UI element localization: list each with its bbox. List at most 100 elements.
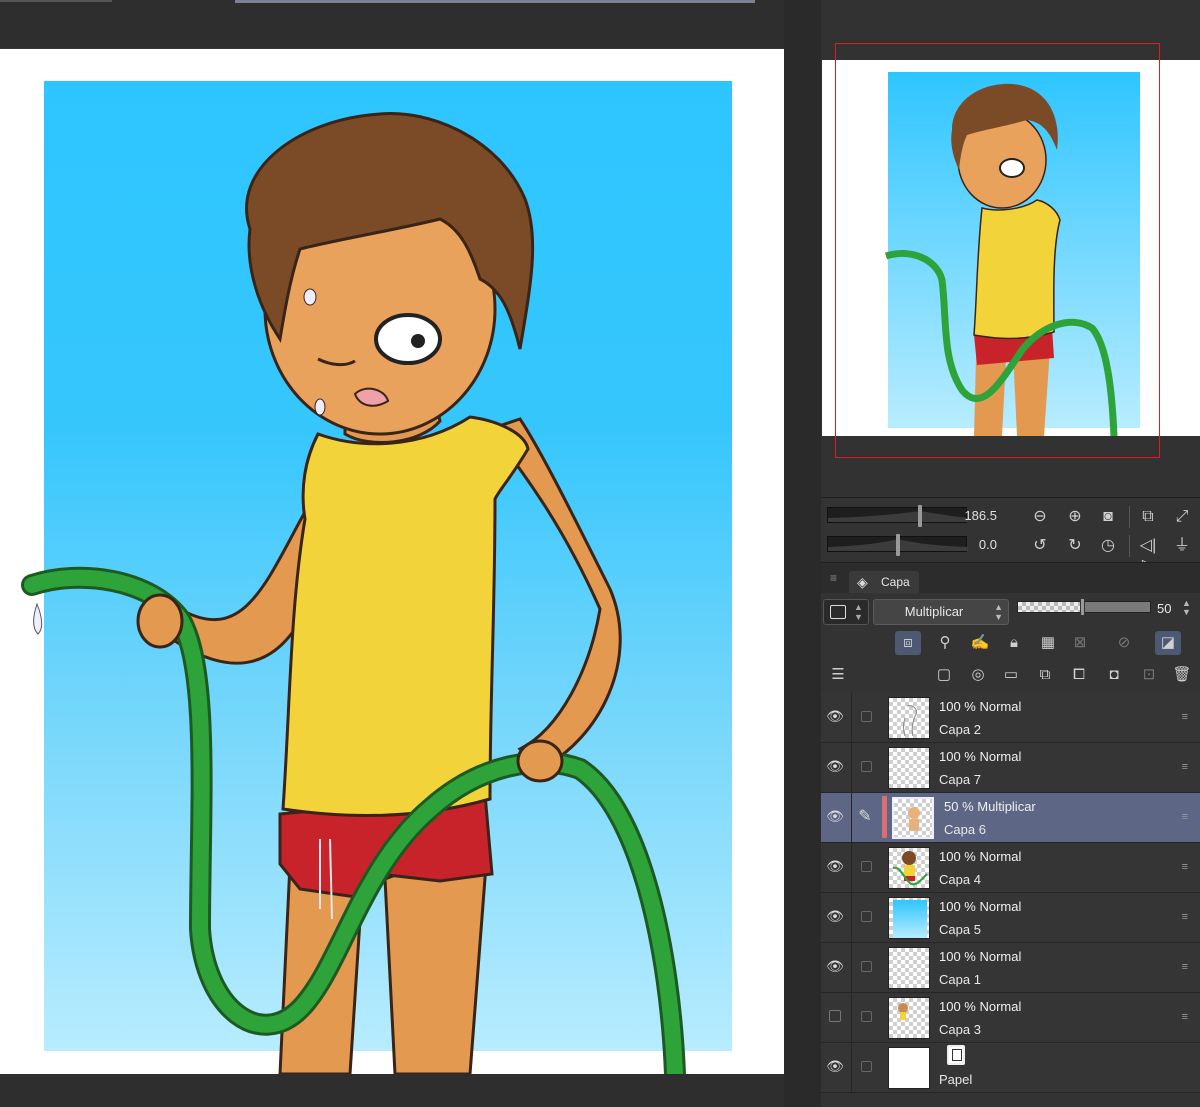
- apply-mask-icon[interactable]: ⊡: [1136, 663, 1162, 687]
- merge-down-icon[interactable]: ⧉: [1032, 663, 1058, 687]
- artwork-canvas[interactable]: [0, 49, 784, 1074]
- drag-handle-icon[interactable]: ≡: [1182, 762, 1188, 773]
- flip-horizontal-icon[interactable]: ◁|▷: [1138, 536, 1158, 574]
- layer-name: Capa 3: [939, 1022, 981, 1037]
- layer-mode: 100 % Normal: [939, 849, 1022, 864]
- layers-icon: ◈: [857, 574, 868, 590]
- layer-row-capa-3[interactable]: 100 % Normal Capa 3 ≡: [821, 993, 1200, 1043]
- lock-transparency-icon[interactable]: ▦: [1035, 631, 1061, 655]
- layer-mode: 100 % Normal: [939, 749, 1022, 764]
- layer-lock-checkbox[interactable]: [861, 961, 872, 972]
- canvas-area[interactable]: [0, 0, 784, 1107]
- layer-panel: ≡ ◈ Capa ▲▼ Multiplicar ▲▼ 50 ▲▼ ⧈ ⚲: [821, 562, 1200, 1107]
- layer-name: Papel: [939, 1072, 973, 1087]
- eye-icon[interactable]: 👁︎: [826, 909, 844, 923]
- zoom-slider-knob[interactable]: [918, 505, 922, 527]
- canvas-bottom-bar: [0, 1074, 784, 1107]
- reset-rotation-icon[interactable]: ◷: [1098, 536, 1118, 556]
- layer-row-capa-5[interactable]: 👁︎ 100 % Normal Capa 5 ≡: [821, 893, 1200, 943]
- drag-handle-icon[interactable]: ≡: [1182, 712, 1188, 723]
- rotation-value: 0.0: [978, 537, 997, 552]
- pen-edit-icon: ✎: [858, 808, 872, 825]
- opacity-slider[interactable]: [1017, 598, 1151, 616]
- layer-lock-checkbox[interactable]: [861, 911, 872, 922]
- chevron-updown-icon: ▲ ▼: [854, 602, 863, 622]
- new-vector-layer-icon[interactable]: ◎: [965, 663, 991, 687]
- layer-row-capa-7[interactable]: 👁︎ 100 % Normal Capa 7 ≡: [821, 743, 1200, 793]
- tab-capa-label: Capa: [881, 575, 910, 589]
- layer-properties-icon[interactable]: ☰: [825, 663, 851, 687]
- layer-lock-checkbox[interactable]: [861, 761, 872, 772]
- mask-off-icon[interactable]: ⊠: [1067, 631, 1093, 655]
- visibility-checkbox[interactable]: [829, 1010, 841, 1022]
- layer-name: Capa 4: [939, 872, 981, 887]
- expand-icon[interactable]: ⤢: [1172, 507, 1192, 527]
- layer-action-toolbar: ☰ ▢ ◎ ▭ ⧉ ⧠ ◘ ⊡ 🗑︎: [821, 659, 1200, 691]
- zoom-out-icon[interactable]: ⊖: [1030, 507, 1050, 527]
- layer-color-dropdown[interactable]: ▲ ▼: [823, 599, 869, 625]
- layer-lock-checkbox[interactable]: [861, 861, 872, 872]
- clip-to-layer-below-icon[interactable]: ⧈: [895, 631, 921, 655]
- new-raster-layer-icon[interactable]: ▢: [931, 663, 957, 687]
- create-mask-icon[interactable]: ◘: [1101, 663, 1127, 687]
- draft-layer-icon[interactable]: ✍: [967, 631, 993, 655]
- nav-separator: [1129, 506, 1130, 528]
- eye-icon[interactable]: 👁︎: [826, 759, 844, 773]
- layer-lock-checkbox[interactable]: [861, 1011, 872, 1022]
- navigator-controls: 186.5 ⊖ ⊕ ◙ ⧉ ⤢ 0.0 ↺ ↻ ◷ ◁|▷ ⏚: [821, 497, 1200, 574]
- eye-icon[interactable]: 👁︎: [826, 1059, 844, 1073]
- new-folder-icon[interactable]: ▭: [998, 663, 1024, 687]
- layer-lock-checkbox[interactable]: [861, 711, 872, 722]
- layer-property-toolbar: ⧈ ⚲ ✍ 🔒︎ ▦ ⊠ ⊘ ◪: [821, 627, 1200, 659]
- layer-color-icon[interactable]: ◪: [1155, 631, 1181, 655]
- opacity-stepper[interactable]: ▲ ▼: [1182, 599, 1191, 617]
- layer-color-box: [830, 605, 846, 619]
- layer-row-capa-1[interactable]: 👁︎ 100 % Normal Capa 1 ≡: [821, 943, 1200, 993]
- layer-tab-bar: ≡ ◈ Capa: [821, 563, 1200, 593]
- blend-mode-dropdown[interactable]: Multiplicar ▲ ▼: [873, 599, 1009, 625]
- drag-handle-icon[interactable]: ≡: [1182, 962, 1188, 973]
- layer-thumbnail: [888, 997, 930, 1039]
- layer-lock-checkbox[interactable]: [861, 1061, 872, 1072]
- lock-icon[interactable]: 🔒︎: [1001, 631, 1027, 655]
- layer-row-capa-2[interactable]: 👁︎ 100 % Normal Capa 2 ≡: [821, 693, 1200, 743]
- layer-thumbnail: [888, 847, 930, 889]
- layer-mode: 50 % Multiplicar: [944, 799, 1036, 814]
- shirt: [281, 415, 530, 818]
- navigator-view-frame[interactable]: [835, 43, 1160, 458]
- paper-icon: [947, 1045, 965, 1065]
- eye-icon[interactable]: 👁︎: [826, 809, 844, 823]
- layer-thumbnail: [892, 797, 934, 839]
- drag-handle-icon[interactable]: ≡: [1182, 912, 1188, 923]
- transfer-down-icon[interactable]: ⧠: [1066, 663, 1092, 687]
- layer-name: Capa 2: [939, 722, 981, 737]
- layer-name: Capa 7: [939, 772, 981, 787]
- rotate-right-icon[interactable]: ↻: [1065, 536, 1085, 556]
- eye-icon[interactable]: 👁︎: [826, 859, 844, 873]
- rotation-slider-knob[interactable]: [896, 534, 900, 556]
- layer-row-papel[interactable]: 👁︎ Papel: [821, 1043, 1200, 1093]
- ruler-off-icon[interactable]: ⊘: [1111, 631, 1137, 655]
- flip-vertical-icon[interactable]: ⏚: [1172, 536, 1192, 556]
- fit-to-window-icon[interactable]: ⧉: [1138, 507, 1158, 527]
- opacity-slider-knob[interactable]: [1080, 598, 1085, 616]
- tab-indicator-left: [0, 0, 112, 2]
- drag-handle-icon[interactable]: ≡: [1182, 862, 1188, 873]
- layer-thumbnail: [888, 897, 930, 939]
- layer-row-capa-4[interactable]: 👁︎ 100 % Normal Capa 4 ≡: [821, 843, 1200, 893]
- drag-handle-icon[interactable]: ≡: [1182, 1012, 1188, 1023]
- layer-row-capa-6[interactable]: 👁︎ ✎ 50 % Multiplicar Capa 6 ≡: [821, 793, 1200, 843]
- delete-layer-icon[interactable]: 🗑︎: [1169, 663, 1195, 687]
- opacity-slider-fill: [1084, 602, 1150, 612]
- rotate-left-icon[interactable]: ↺: [1030, 536, 1050, 556]
- drag-handle-icon[interactable]: ≡: [1182, 812, 1188, 823]
- reference-layer-icon[interactable]: ⚲: [932, 631, 958, 655]
- fit-stop-icon[interactable]: ◙: [1098, 507, 1118, 527]
- layer-thumbnail: [888, 947, 930, 989]
- zoom-in-icon[interactable]: ⊕: [1065, 507, 1085, 527]
- eye-icon[interactable]: 👁︎: [826, 959, 844, 973]
- tab-capa[interactable]: ◈ Capa: [849, 571, 919, 593]
- eye-icon[interactable]: 👁︎: [826, 709, 844, 723]
- panel-menu-icon[interactable]: ≡: [830, 571, 837, 585]
- layer-color-mark: [882, 796, 887, 838]
